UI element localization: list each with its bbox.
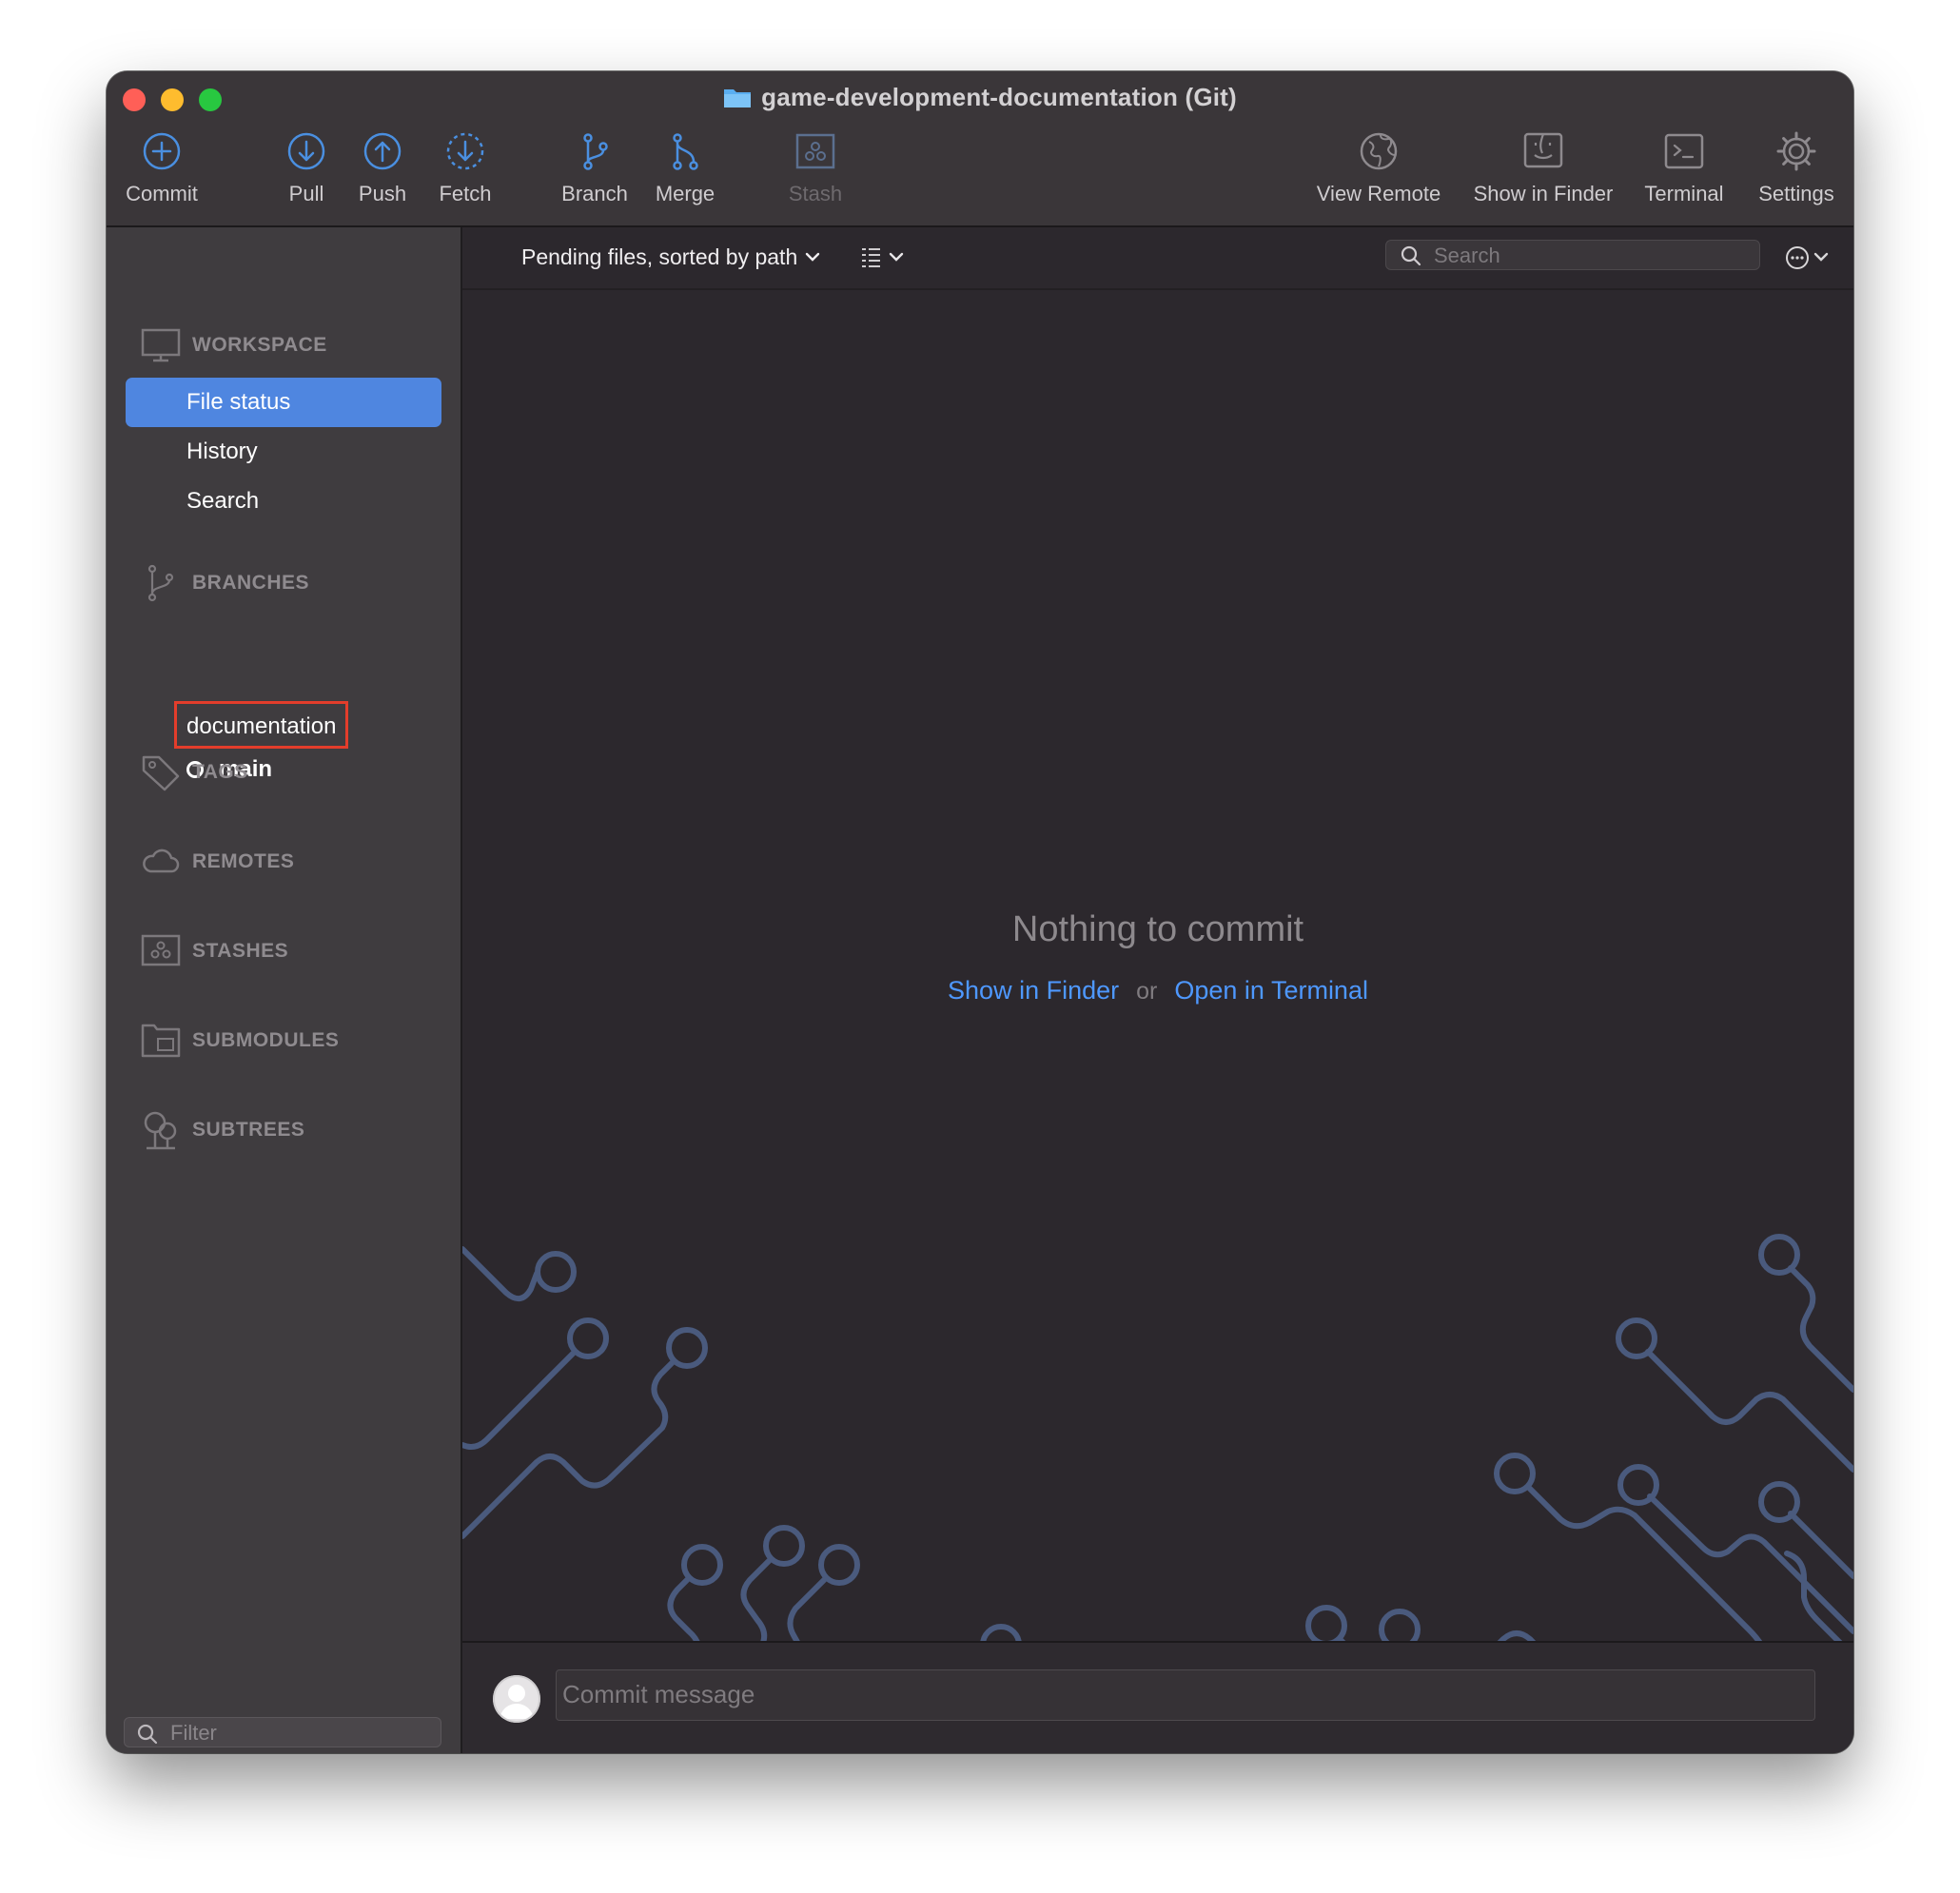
branch-button[interactable]: Branch xyxy=(547,130,642,206)
merge-label: Merge xyxy=(655,182,715,205)
commit-message-placeholder: Commit message xyxy=(562,1680,755,1708)
show-in-finder-label: Show in Finder xyxy=(1473,182,1614,205)
user-avatar-icon xyxy=(493,1675,540,1723)
subtrees-heading: SUBTREES xyxy=(192,1119,305,1141)
gear-icon xyxy=(1776,131,1816,171)
dashed-arrow-down-circle-icon xyxy=(446,132,484,170)
stashes-heading: STASHES xyxy=(192,940,289,962)
branch-label: Branch xyxy=(561,182,628,205)
arrow-down-circle-icon xyxy=(287,132,325,170)
monitor-icon xyxy=(141,328,181,362)
fetch-label: Fetch xyxy=(439,182,492,205)
workspace-heading: WORKSPACE xyxy=(192,334,327,356)
commit-button[interactable]: Commit xyxy=(107,130,217,206)
empty-state-actions: Show in Finder or Open in Terminal xyxy=(462,976,1853,1005)
search-icon xyxy=(137,1724,158,1745)
branches-section[interactable]: BRANCHES xyxy=(141,564,309,602)
branch-icon xyxy=(583,133,608,170)
stash-icon xyxy=(141,934,181,966)
window-title: game-development-documentation (Git) xyxy=(761,83,1237,111)
submodules-heading: SUBMODULES xyxy=(192,1029,340,1051)
view-remote-button[interactable]: View Remote xyxy=(1307,130,1450,206)
pull-button[interactable]: Pull xyxy=(268,130,344,206)
terminal-label: Terminal xyxy=(1644,182,1724,205)
merge-icon xyxy=(673,133,698,170)
remotes-section[interactable]: REMOTES xyxy=(141,843,294,881)
stash-icon xyxy=(795,133,835,169)
branch-documentation[interactable]: documentation xyxy=(174,701,349,749)
window-title-bar: game-development-documentation (Git) xyxy=(107,83,1853,115)
branches-heading: BRANCHES xyxy=(192,572,310,594)
tree-icon xyxy=(144,1111,177,1150)
app-window: game-development-documentation (Git) Com… xyxy=(107,71,1853,1753)
sidebar-filter-input[interactable]: Filter xyxy=(124,1717,441,1747)
toolbar: game-development-documentation (Git) Com… xyxy=(107,71,1853,227)
file-status-panel: Pending files, sorted by path Search Not… xyxy=(462,227,1853,1753)
stashes-section[interactable]: STASHES xyxy=(141,932,288,970)
commit-message-input[interactable]: Commit message xyxy=(556,1669,1815,1721)
show-in-finder-link[interactable]: Show in Finder xyxy=(948,976,1119,1005)
sidebar-item-file-status[interactable]: File status xyxy=(126,378,441,427)
terminal-button[interactable]: Terminal xyxy=(1632,130,1736,206)
remotes-heading: REMOTES xyxy=(192,850,295,872)
tags-heading: TAGS xyxy=(192,761,248,783)
push-button[interactable]: Push xyxy=(344,130,421,206)
settings-button[interactable]: Settings xyxy=(1744,130,1849,206)
branch-icon xyxy=(147,564,174,602)
arrow-up-circle-icon xyxy=(363,132,402,170)
subtrees-section[interactable]: SUBTREES xyxy=(141,1111,305,1150)
filter-placeholder: Filter xyxy=(170,1721,217,1745)
sidebar-item-history[interactable]: History xyxy=(126,427,441,477)
cloud-icon xyxy=(143,849,180,873)
view-remote-label: View Remote xyxy=(1316,182,1441,205)
submodules-section[interactable]: SUBMODULES xyxy=(141,1022,339,1060)
submodule-icon xyxy=(141,1024,181,1058)
merge-button[interactable]: Merge xyxy=(642,130,728,206)
terminal-icon xyxy=(1664,133,1704,169)
avatar xyxy=(493,1675,540,1723)
or-separator: or xyxy=(1136,978,1158,1005)
tag-icon xyxy=(142,755,180,791)
commit-label: Commit xyxy=(126,182,198,205)
show-in-finder-button[interactable]: Show in Finder xyxy=(1462,130,1624,206)
finder-icon xyxy=(1523,132,1563,168)
open-in-terminal-link[interactable]: Open in Terminal xyxy=(1174,976,1368,1005)
plus-circle-icon xyxy=(143,132,181,170)
settings-label: Settings xyxy=(1758,182,1834,205)
stash-label: Stash xyxy=(788,182,843,205)
sidebar: WORKSPACE File status History Search BRA… xyxy=(107,227,462,1753)
tags-section[interactable]: TAGS xyxy=(141,753,248,791)
push-label: Push xyxy=(358,182,407,205)
workspace-section[interactable]: WORKSPACE xyxy=(141,326,327,364)
sidebar-item-search[interactable]: Search xyxy=(126,477,441,526)
fetch-button[interactable]: Fetch xyxy=(418,130,513,206)
stash-button[interactable]: Stash xyxy=(773,130,858,206)
empty-state-title: Nothing to commit xyxy=(1011,909,1304,949)
commit-bar: Commit message xyxy=(462,1641,1853,1753)
pull-label: Pull xyxy=(288,182,324,205)
globe-icon xyxy=(1360,132,1398,170)
folder-icon xyxy=(723,86,752,115)
